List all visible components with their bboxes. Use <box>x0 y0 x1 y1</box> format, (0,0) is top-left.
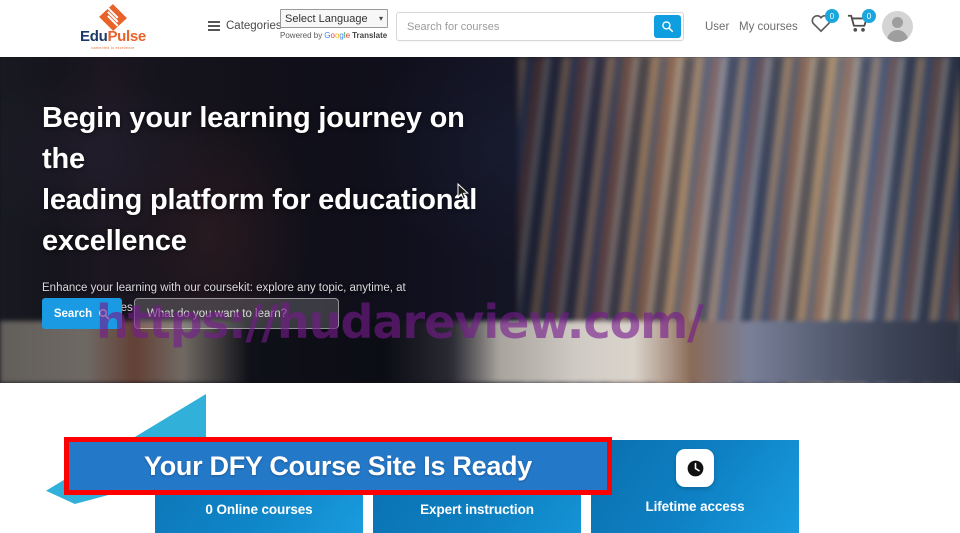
hero-title-line-1: Begin your learning journey on the <box>42 102 465 175</box>
categories-label: Categories <box>226 20 282 32</box>
wishlist-count-badge: 0 <box>825 9 839 23</box>
hero-title: Begin your learning journey on the leadi… <box>42 98 512 262</box>
avatar[interactable] <box>882 11 913 42</box>
feature-card-label: 0 Online courses <box>205 502 313 517</box>
header-search-bar <box>396 12 684 41</box>
search-icon <box>662 21 674 33</box>
chevron-down-icon: ▾ <box>378 14 383 23</box>
search-button[interactable] <box>654 15 681 38</box>
hero-section: Begin your learning journey on the leadi… <box>0 57 960 383</box>
cart-count-badge: 0 <box>862 9 876 23</box>
google-translate-attribution: Powered by Google Translate <box>280 31 388 40</box>
google-wordmark: Google <box>324 31 351 40</box>
hero-search-group: Search <box>42 298 339 329</box>
dfy-banner-text: Your DFY Course Site Is Ready <box>144 450 532 481</box>
search-icon <box>99 308 110 319</box>
feature-card[interactable]: Lifetime access <box>591 440 799 533</box>
cart-button[interactable]: 0 <box>847 9 876 38</box>
logo-text-edu: Edu <box>80 27 108 45</box>
feature-card-label: Expert instruction <box>420 502 534 517</box>
categories-menu[interactable]: Categories <box>208 20 282 32</box>
site-logo[interactable]: EduPulse committed to excellence <box>68 6 158 51</box>
translate-label: Translate <box>352 31 388 40</box>
feature-card-label: Lifetime access <box>645 499 745 514</box>
dfy-announcement-banner: Your DFY Course Site Is Ready <box>64 437 612 495</box>
pulse-mark-icon <box>102 8 124 28</box>
nav-my-courses-link[interactable]: My courses <box>739 21 798 33</box>
hero-search-button[interactable]: Search <box>42 298 122 329</box>
wishlist-button[interactable]: 0 <box>810 9 839 38</box>
page-root: EduPulse committed to excellence Categor… <box>0 0 960 533</box>
hero-search-button-label: Search <box>53 307 93 320</box>
language-selected-value: Select Language <box>285 12 368 25</box>
hamburger-icon <box>208 21 220 31</box>
language-selector-group: Select Language ▾ Powered by Google Tran… <box>280 9 388 40</box>
nav-user-link[interactable]: User <box>705 21 729 33</box>
hero-title-line-2: leading platform for educational <box>42 184 478 216</box>
clock-icon <box>676 449 714 487</box>
site-header: EduPulse committed to excellence Categor… <box>0 0 960 57</box>
search-input[interactable] <box>407 20 654 33</box>
hero-search-input[interactable] <box>134 298 339 329</box>
hero-content: Begin your learning journey on the leadi… <box>42 98 512 318</box>
powered-by-label: Powered by <box>280 31 323 40</box>
hero-title-line-3: excellence <box>42 225 187 257</box>
language-select[interactable]: Select Language ▾ <box>280 9 388 28</box>
mouse-cursor <box>457 182 470 206</box>
logo-tagline: committed to excellence <box>91 45 135 50</box>
